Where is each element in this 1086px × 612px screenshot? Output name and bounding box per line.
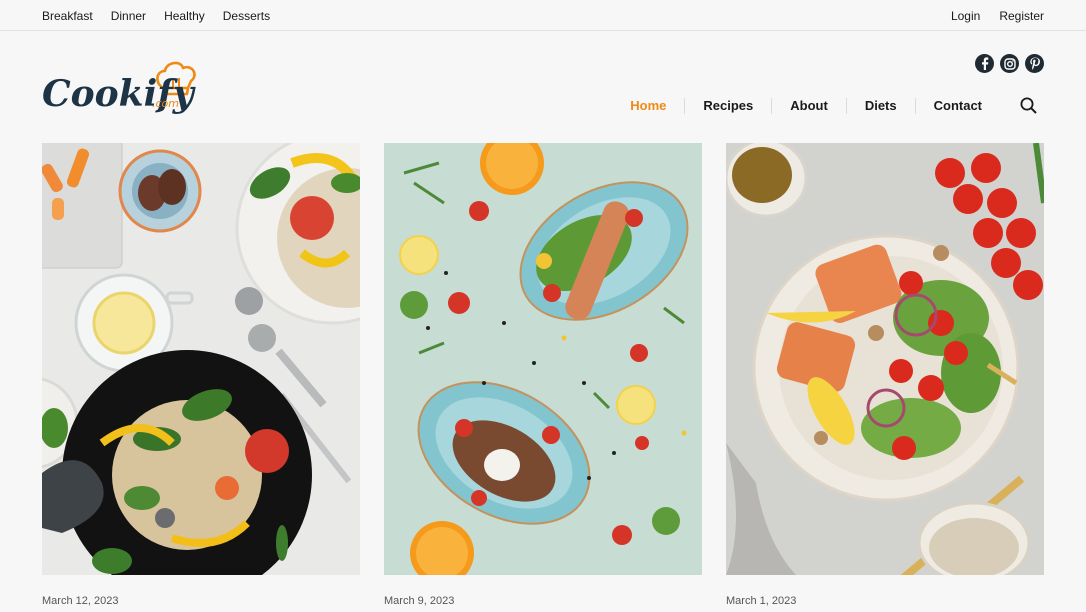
post-date: March 1, 2023 <box>726 595 797 607</box>
post-card[interactable]: March 1, 2023 <box>726 143 1044 607</box>
search-button[interactable] <box>1000 97 1044 114</box>
blue-bowls-salad-photo[interactable] <box>384 143 702 575</box>
post-card[interactable]: March 12, 2023 <box>42 143 360 607</box>
nav-diets[interactable]: Diets <box>845 97 915 114</box>
nav-home[interactable]: Home <box>612 98 684 114</box>
account-links: Login Register <box>932 9 1044 23</box>
search-icon <box>1020 97 1037 114</box>
svg-text:.com: .com <box>152 97 179 110</box>
site-logo[interactable]: Cookify .com <box>42 58 197 128</box>
nav-contact[interactable]: Contact <box>914 97 1000 114</box>
post-date: March 9, 2023 <box>384 595 455 607</box>
salad-black-plate-photo[interactable] <box>42 143 360 575</box>
nav-recipes[interactable]: Recipes <box>684 97 771 114</box>
category-link-healthy[interactable]: Healthy <box>164 9 205 23</box>
salmon-salad-photo[interactable] <box>726 143 1044 575</box>
register-link[interactable]: Register <box>999 9 1044 23</box>
post-card[interactable]: March 9, 2023 <box>384 143 702 607</box>
post-date: March 12, 2023 <box>42 595 119 607</box>
facebook-icon[interactable] <box>975 54 994 73</box>
pinterest-icon[interactable] <box>1025 54 1044 73</box>
category-link-desserts[interactable]: Desserts <box>223 9 270 23</box>
instagram-icon[interactable] <box>1000 54 1019 73</box>
category-link-dinner[interactable]: Dinner <box>111 9 146 23</box>
category-links: Breakfast Dinner Healthy Desserts <box>42 9 288 23</box>
top-bar: Breakfast Dinner Healthy Desserts Login … <box>0 0 1086 31</box>
category-link-breakfast[interactable]: Breakfast <box>42 9 93 23</box>
nav-about[interactable]: About <box>771 97 846 114</box>
login-link[interactable]: Login <box>951 9 980 23</box>
main-nav: Home Recipes About Diets Contact <box>612 97 1044 114</box>
social-links <box>975 54 1044 73</box>
